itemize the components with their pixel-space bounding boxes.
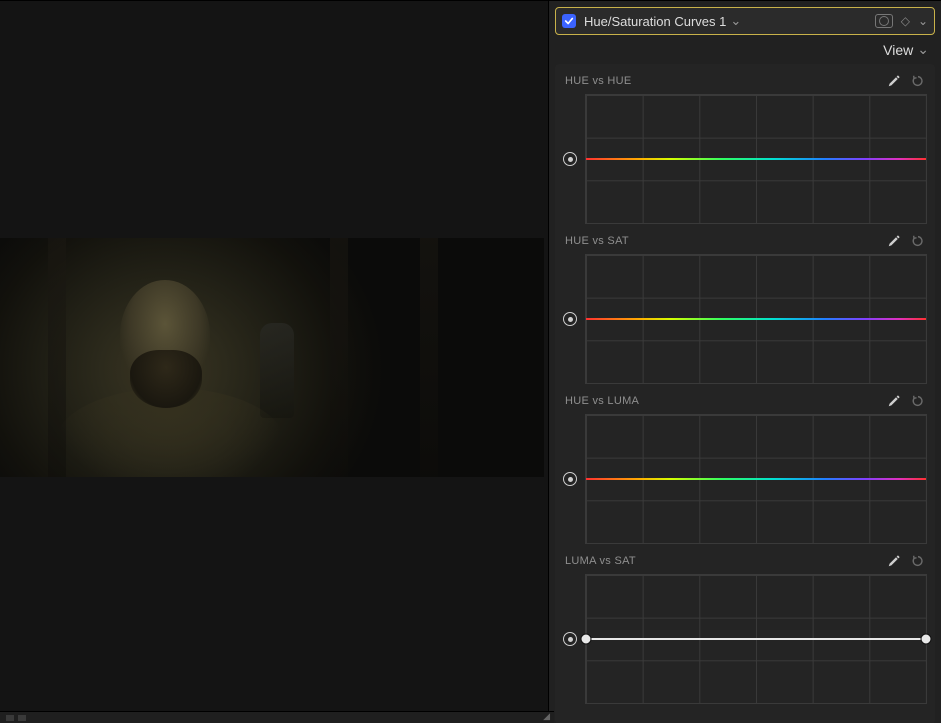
curve-panels: HUE vs HUE HUE vs SAT HUE vs LUMA LUMA vs S… — [555, 64, 935, 723]
scene-background-figure — [260, 323, 294, 418]
reset-icon[interactable] — [911, 234, 925, 248]
reset-icon[interactable] — [911, 554, 925, 568]
chevron-down-icon: ⌄ — [917, 41, 929, 58]
video-preview[interactable] — [0, 238, 544, 477]
view-menu-label: View — [883, 42, 913, 58]
curve-panel-title: HUE vs SAT — [565, 235, 629, 247]
effect-title[interactable]: Hue/Saturation Curves 1 ⌄ — [584, 13, 741, 29]
viewer-pane: ◢ — [0, 0, 549, 723]
curve-endpoint[interactable] — [921, 634, 932, 645]
curve-line[interactable] — [586, 318, 926, 320]
view-menu[interactable]: View ⌄ — [549, 35, 941, 64]
curve-select-radio[interactable] — [563, 152, 577, 166]
curve-panel-title: LUMA vs SAT — [565, 555, 636, 567]
curve-select-radio[interactable] — [563, 632, 577, 646]
curve-select-radio[interactable] — [563, 312, 577, 326]
eyedropper-icon[interactable] — [887, 234, 901, 248]
curve-grid[interactable] — [585, 574, 927, 704]
scene-beard — [130, 350, 202, 408]
curve-panel-title: HUE vs HUE — [565, 75, 632, 87]
curve-line[interactable] — [586, 158, 926, 160]
app-root: ◢ Hue/Saturation Curves 1 ⌄ ◇ ⌄ View ⌄ H… — [0, 0, 941, 723]
viewer-mode-toggle[interactable] — [6, 715, 14, 721]
eyedropper-icon[interactable] — [887, 554, 901, 568]
keyframe-icon[interactable]: ◇ — [901, 14, 910, 28]
inspector-pane: Hue/Saturation Curves 1 ⌄ ◇ ⌄ View ⌄ HUE… — [549, 0, 941, 723]
viewer-bottom-bar: ◢ — [0, 711, 554, 723]
curve-endpoint[interactable] — [581, 634, 592, 645]
curve-line[interactable] — [586, 638, 926, 640]
resize-handle-icon[interactable]: ◢ — [543, 711, 550, 722]
chevron-down-icon: ⌄ — [730, 13, 741, 29]
effect-header[interactable]: Hue/Saturation Curves 1 ⌄ ◇ ⌄ — [555, 7, 935, 35]
viewer-mode-toggle[interactable] — [18, 715, 26, 721]
eyedropper-icon[interactable] — [887, 394, 901, 408]
scene-pillar — [420, 238, 438, 477]
curve-panel-hue-luma: HUE vs LUMA — [563, 384, 927, 544]
curve-grid[interactable] — [585, 94, 927, 224]
reset-icon[interactable] — [911, 74, 925, 88]
curve-panel-hue-hue: HUE vs HUE — [563, 64, 927, 224]
curve-panel-luma-sat: LUMA vs SAT — [563, 544, 927, 704]
curve-panel-hue-sat: HUE vs SAT — [563, 224, 927, 384]
effect-enable-checkbox[interactable] — [562, 14, 576, 28]
reset-icon[interactable] — [911, 394, 925, 408]
curve-grid[interactable] — [585, 254, 927, 384]
curve-line[interactable] — [586, 478, 926, 480]
scene-pillar — [330, 238, 348, 477]
effect-title-label: Hue/Saturation Curves 1 — [584, 14, 726, 29]
curve-panel-title: HUE vs LUMA — [565, 395, 639, 407]
curve-select-radio[interactable] — [563, 472, 577, 486]
curve-grid[interactable] — [585, 414, 927, 544]
mask-icon[interactable] — [875, 14, 893, 28]
eyedropper-icon[interactable] — [887, 74, 901, 88]
chevron-down-icon[interactable]: ⌄ — [918, 14, 928, 28]
